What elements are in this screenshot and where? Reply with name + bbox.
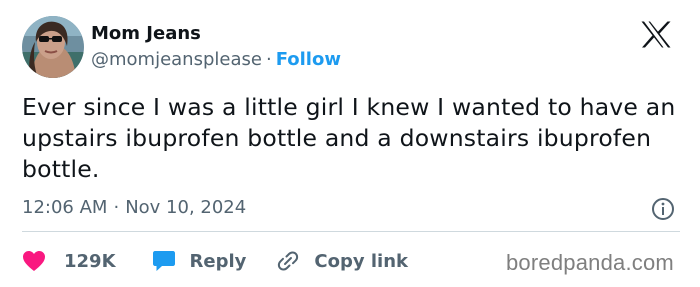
copy-link-label: Copy link [314,250,408,272]
timestamp[interactable]: 12:06 AM · Nov 10, 2024 [22,197,246,218]
x-logo-icon[interactable] [641,21,671,48]
heart-icon [23,251,45,271]
handle-row: @momjeansplease · Follow [91,49,341,70]
follow-button[interactable]: Follow [276,49,341,70]
avatar[interactable] [22,16,84,78]
profile-photo [22,16,84,78]
watermark: boredpanda.com [506,250,674,275]
copy-link-button[interactable]: Copy link [276,249,408,273]
reply-button[interactable]: Reply [152,250,247,272]
divider [22,231,680,232]
separator-dot: · [265,49,272,70]
author-name[interactable]: Mom Jeans [91,23,201,44]
tweet-text: Ever since I was a little girl I knew I … [22,93,676,183]
tweet-date[interactable]: Nov 10, 2024 [125,197,246,218]
author-handle[interactable]: @momjeansplease [91,49,262,70]
tweet-time[interactable]: 12:06 AM [22,197,107,218]
action-bar: 129K Reply Copy link [22,248,408,274]
reply-label: Reply [189,250,247,272]
info-icon[interactable] [651,197,675,221]
like-count: 129K [64,250,116,272]
speech-bubble-icon [152,251,175,271]
link-icon [278,251,299,271]
like-button[interactable]: 129K [22,250,116,272]
timestamp-separator: · [113,197,120,218]
